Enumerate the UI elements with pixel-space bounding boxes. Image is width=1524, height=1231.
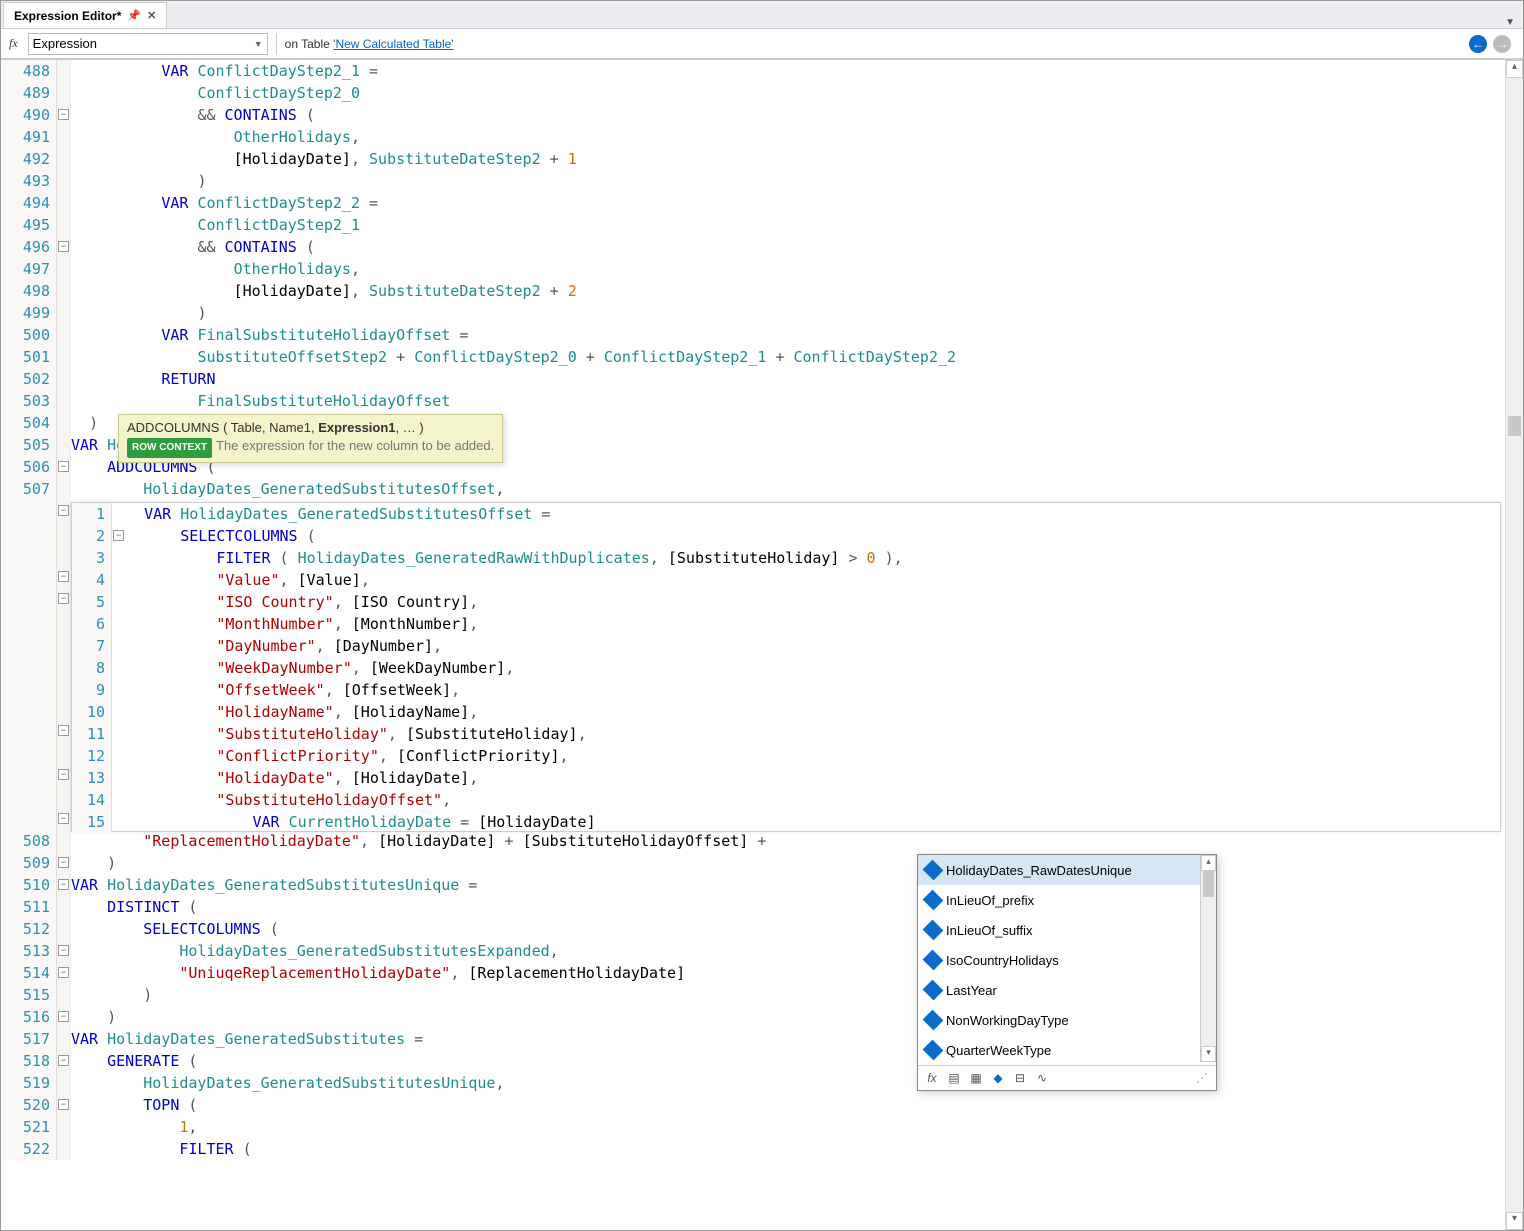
fold-column[interactable]: − − − − − − − − − − − − − − − − [57, 60, 71, 1160]
on-table-text: on Table [285, 37, 334, 51]
fold-toggle[interactable]: − [58, 593, 69, 604]
scroll-down[interactable]: ▾ [1506, 1212, 1523, 1230]
nav-arrows: ← → [1469, 35, 1519, 53]
intellisense-scrollbar[interactable]: ▴ ▾ [1200, 855, 1216, 1062]
tooltip-signature: ADDCOLUMNS ( Table, Name1, Expression1, … [127, 419, 494, 437]
table-icon [923, 1010, 944, 1031]
filter-table-icon[interactable]: ◆ [990, 1070, 1006, 1086]
intellisense-item-label: InLieuOf_prefix [946, 893, 1034, 908]
toolbar-divider [276, 33, 277, 55]
fold-toggle[interactable]: − [58, 1011, 69, 1022]
chevron-down-icon: ▼ [254, 39, 263, 49]
close-icon[interactable]: ✕ [147, 9, 156, 22]
on-table-label: on Table 'New Calculated Table' [285, 37, 454, 51]
nav-back-button[interactable]: ← [1469, 35, 1487, 53]
is-scroll-up[interactable]: ▴ [1201, 855, 1216, 871]
fx-label: fx [5, 36, 22, 51]
row-context-badge: ROW CONTEXT [127, 438, 212, 458]
intellisense-item[interactable]: LastYear [918, 975, 1216, 1005]
tooltip-desc-row: ROW CONTEXT The expression for the new co… [127, 437, 494, 458]
tooltip-desc: The expression for the new column to be … [216, 438, 494, 453]
fold-toggle[interactable]: − [58, 1099, 69, 1110]
intellisense-item-label: QuarterWeekType [946, 1043, 1051, 1058]
intellisense-item[interactable]: QuarterWeekType [918, 1035, 1216, 1065]
intellisense-item-label: HolidayDates_RawDatesUnique [946, 863, 1132, 878]
intellisense-items[interactable]: HolidayDates_RawDatesUnique InLieuOf_pref… [918, 855, 1216, 1065]
pin-icon[interactable]: 📌 [127, 9, 141, 22]
signature-tooltip: ADDCOLUMNS ( Table, Name1, Expression1, … [118, 414, 503, 463]
active-tab[interactable]: Expression Editor* 📌 ✕ [3, 2, 167, 28]
intellisense-item[interactable]: InLieuOf_prefix [918, 885, 1216, 915]
intellisense-item-label: IsoCountryHolidays [946, 953, 1059, 968]
table-icon [923, 1040, 944, 1061]
fold-toggle[interactable]: − [58, 945, 69, 956]
line-gutter: 4884894904914924934944954964974984995005… [1, 60, 57, 1160]
fold-toggle[interactable]: − [58, 769, 69, 780]
inner-line-gutter: 123456789101112131415 [72, 503, 112, 833]
fold-toggle[interactable]: − [58, 241, 69, 252]
tab-title: Expression Editor* [14, 9, 121, 23]
editor-scrollbar[interactable]: ▴ ▾ [1505, 60, 1523, 1230]
table-link[interactable]: 'New Calculated Table' [333, 37, 453, 51]
scroll-up[interactable]: ▴ [1506, 60, 1523, 78]
fold-toggle[interactable]: − [58, 857, 69, 868]
intellisense-item-label: InLieuOf_suffix [946, 923, 1032, 938]
intellisense-popup[interactable]: HolidayDates_RawDatesUnique InLieuOf_pref… [917, 854, 1217, 1091]
table-icon [923, 890, 944, 911]
filter-fx-icon[interactable]: fx [924, 1070, 940, 1086]
filter-list-icon[interactable]: ▤ [946, 1070, 962, 1086]
is-scroll-thumb[interactable] [1203, 871, 1214, 897]
nav-forward-button: → [1493, 35, 1511, 53]
intellisense-item-label: LastYear [946, 983, 997, 998]
intellisense-item[interactable]: InLieuOf_suffix [918, 915, 1216, 945]
inline-definition-editor[interactable]: 123456789101112131415 − VAR HolidayDates… [71, 502, 1501, 832]
intellisense-item[interactable]: HolidayDates_RawDatesUnique [918, 855, 1216, 885]
fold-toggle[interactable]: − [58, 967, 69, 978]
filter-var-icon[interactable]: ⊟ [1012, 1070, 1028, 1086]
fold-toggle[interactable]: − [58, 571, 69, 582]
fold-toggle[interactable]: − [58, 813, 69, 824]
intellisense-item[interactable]: IsoCountryHolidays [918, 945, 1216, 975]
table-icon [923, 980, 944, 1001]
intellisense-footer[interactable]: fx ▤ ▦ ◆ ⊟ ∿ ⋰ [918, 1065, 1216, 1090]
table-icon [923, 920, 944, 941]
toolbar: fx Expression ▼ on Table 'New Calculated… [1, 29, 1523, 59]
editor[interactable]: 4884894904914924934944954964974984995005… [1, 59, 1523, 1230]
intellisense-item-label: NonWorkingDayType [946, 1013, 1069, 1028]
fold-toggle[interactable]: − [113, 530, 124, 541]
expression-dropdown[interactable]: Expression ▼ [28, 33, 268, 55]
table-icon [923, 860, 944, 881]
table-icon [923, 950, 944, 971]
tab-overflow-dropdown[interactable]: ▼ [1505, 17, 1523, 28]
intellisense-item[interactable]: NonWorkingDayType [918, 1005, 1216, 1035]
filter-calc-icon[interactable]: ▦ [968, 1070, 984, 1086]
scroll-thumb[interactable] [1508, 416, 1521, 436]
inner-code-area[interactable]: VAR HolidayDates_GeneratedSubstitutesOff… [126, 503, 903, 833]
resize-grip-icon[interactable]: ⋰ [1194, 1070, 1210, 1086]
fold-toggle[interactable]: − [58, 879, 69, 890]
expression-dropdown-value: Expression [33, 36, 97, 51]
fold-toggle[interactable]: − [58, 725, 69, 736]
is-scroll-down[interactable]: ▾ [1201, 1046, 1216, 1062]
fold-toggle[interactable]: − [58, 505, 69, 516]
fold-toggle[interactable]: − [58, 461, 69, 472]
filter-other-icon[interactable]: ∿ [1034, 1070, 1050, 1086]
fold-toggle[interactable]: − [58, 1055, 69, 1066]
tabbar: Expression Editor* 📌 ✕ ▼ [1, 1, 1523, 29]
fold-toggle[interactable]: − [58, 109, 69, 120]
